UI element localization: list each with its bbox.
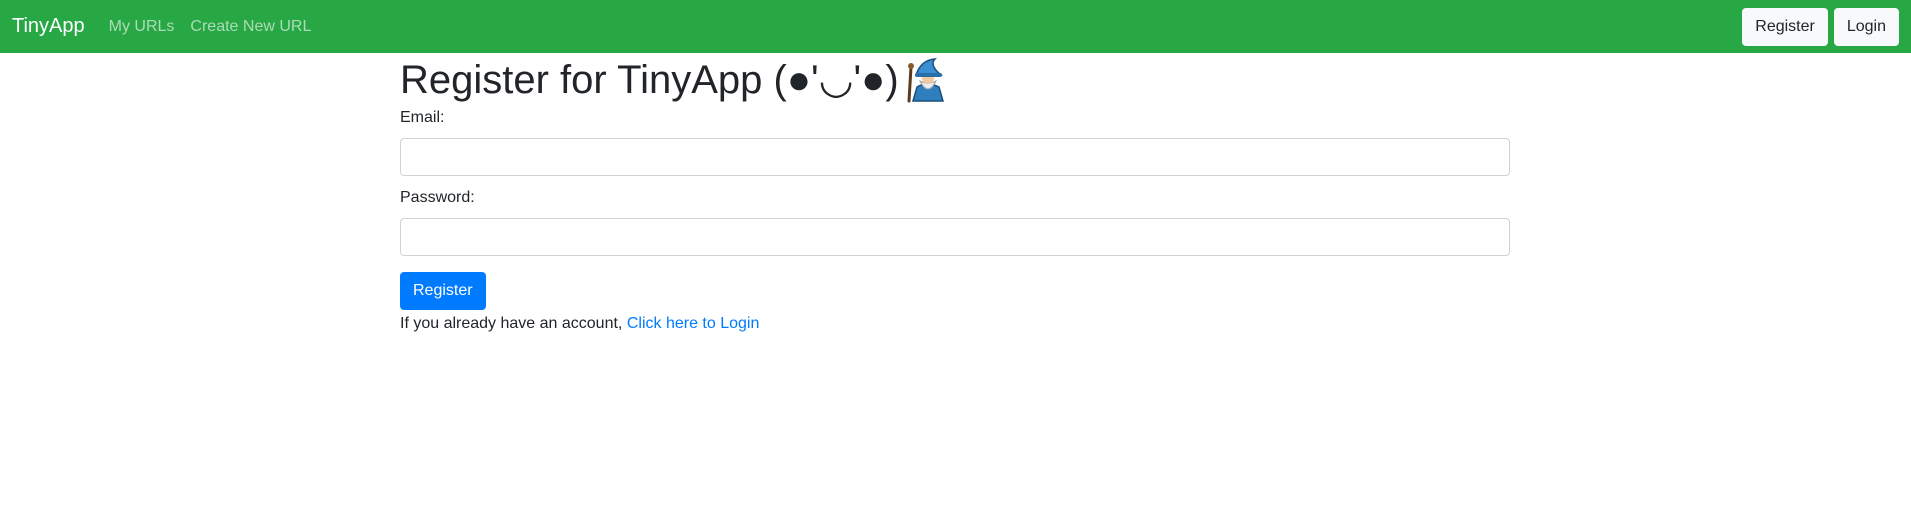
nav-my-urls-link[interactable]: My URLs (109, 18, 175, 36)
password-field[interactable] (400, 218, 1510, 256)
password-label: Password: (400, 189, 475, 206)
login-prompt-text: If you already have an account, (400, 315, 623, 332)
nav-auth-buttons: Register Login (1742, 7, 1899, 46)
email-label: Email: (400, 109, 445, 126)
nav-create-url-link[interactable]: Create New URL (190, 18, 311, 36)
page-title: Register for TinyApp (●'◡'●) (400, 56, 1510, 104)
email-field[interactable] (400, 138, 1510, 176)
register-submit-button[interactable]: Register (400, 272, 486, 310)
login-link[interactable]: Click here to Login (627, 315, 760, 332)
wizard-emoji-icon (907, 58, 944, 103)
nav-register-button[interactable]: Register (1742, 7, 1828, 46)
page-title-text: Register for TinyApp (●'◡'●) (400, 58, 899, 102)
nav-login-button[interactable]: Login (1833, 7, 1899, 46)
login-prompt: If you already have an account, Click he… (400, 312, 1510, 336)
top-navbar: TinyApp My URLs Create New URL Register … (0, 0, 1911, 53)
register-container: Register for TinyApp (●'◡'●) Email: Pass… (400, 53, 1510, 336)
brand-link[interactable]: TinyApp (12, 15, 85, 38)
